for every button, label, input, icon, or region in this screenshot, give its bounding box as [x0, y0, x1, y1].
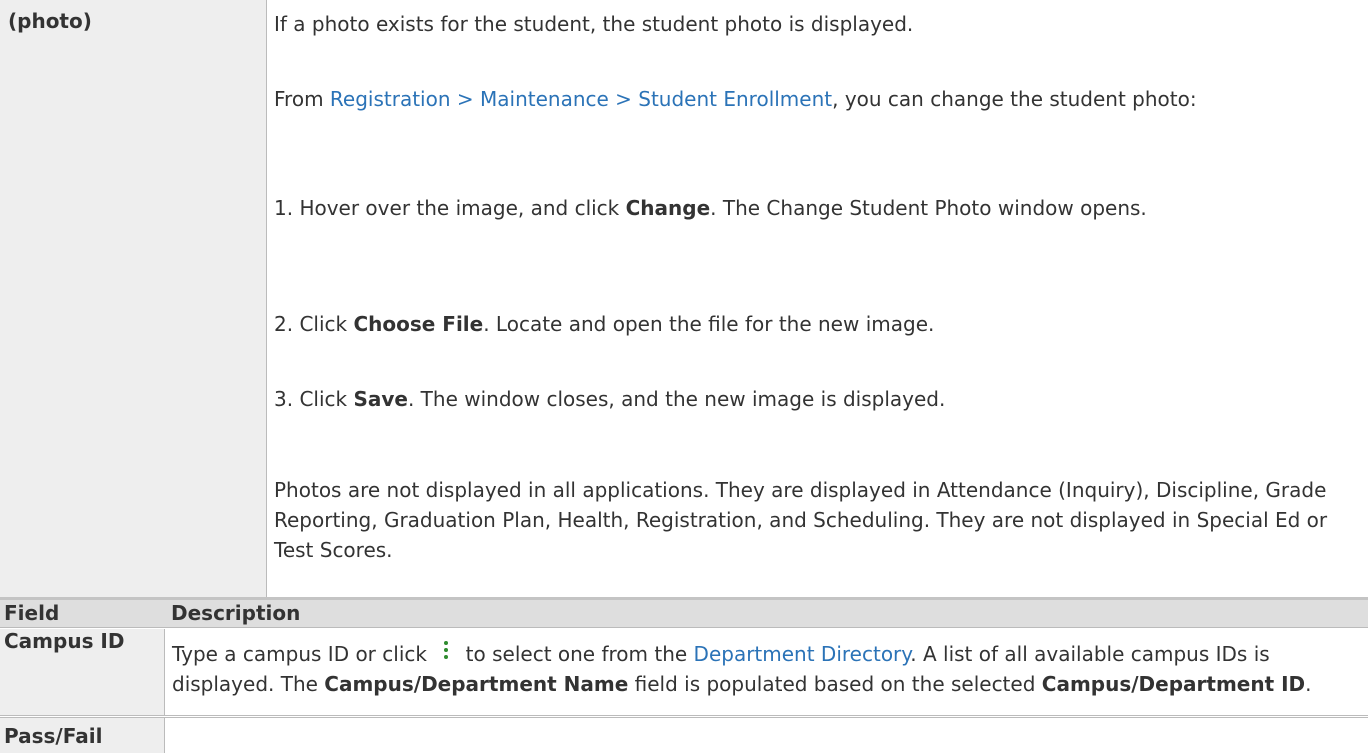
bold-text: Save: [353, 387, 408, 411]
text: . The window closes, and the new image i…: [407, 387, 946, 411]
row-divider: [0, 627, 1368, 628]
field-campus-id: Campus ID: [4, 629, 125, 653]
text: From: [274, 87, 330, 111]
text: . The Change Student Photo window opens.: [710, 196, 1147, 220]
bold-text: Campus/Department ID: [1041, 672, 1306, 696]
header-field: Field: [4, 601, 60, 625]
bold-text: Choose File: [353, 312, 484, 336]
text: , you can change the student photo:: [832, 87, 1197, 111]
text: 3. Click: [274, 387, 354, 411]
bold-text: Campus/Department Name: [324, 672, 629, 696]
photo-step-2: 2. Click Choose File. Locate and open th…: [274, 309, 1354, 339]
text: 1. Hover over the image, and click: [274, 196, 626, 220]
field-table: Field Description Campus ID Type a campu…: [0, 600, 1368, 753]
photo-description-cell: If a photo exists for the student, the s…: [268, 0, 1368, 597]
row-divider: [0, 715, 1368, 716]
header-description: Description: [171, 601, 301, 625]
photo-step-3: 3. Click Save. The window closes, and th…: [274, 384, 1354, 414]
text: to select one from the: [465, 642, 688, 666]
vertical-ellipsis-icon[interactable]: [437, 639, 455, 663]
photo-paragraph-2: From Registration > Maintenance > Studen…: [274, 84, 1354, 114]
department-directory-link[interactable]: Department Directory: [694, 642, 911, 666]
table-row-campus-id: Campus ID Type a campus ID or click to s…: [0, 629, 1368, 715]
photo-step-1: 1. Hover over the image, and click Chang…: [274, 193, 1354, 223]
field-cell: Pass/Fail: [0, 718, 165, 753]
photo-paragraph-last: Photos are not displayed in all applicat…: [274, 478, 1328, 562]
photo-table: (photo) If a photo exists for the studen…: [0, 0, 1368, 597]
photo-paragraph-1: If a photo exists for the student, the s…: [274, 12, 914, 36]
campus-id-description: Type a campus ID or click to select one …: [172, 639, 1342, 699]
field-pass-fail: Pass/Fail: [4, 724, 103, 748]
student-enrollment-link[interactable]: Registration > Maintenance > Student Enr…: [330, 87, 832, 111]
field-cell: Campus ID: [0, 629, 165, 715]
text: field is populated based on the selected: [634, 672, 1036, 696]
text: .: [1305, 672, 1312, 696]
field-table-header: Field Description: [0, 600, 1368, 627]
photo-label: (photo): [8, 9, 92, 33]
table-row-pass-fail: Pass/Fail: [0, 718, 1368, 753]
photo-label-cell: (photo): [0, 0, 267, 597]
bold-text: Change: [625, 196, 711, 220]
text: 2. Click: [274, 312, 354, 336]
text: Type a campus ID or click: [172, 642, 427, 666]
text: . Locate and open the file for the new i…: [483, 312, 935, 336]
